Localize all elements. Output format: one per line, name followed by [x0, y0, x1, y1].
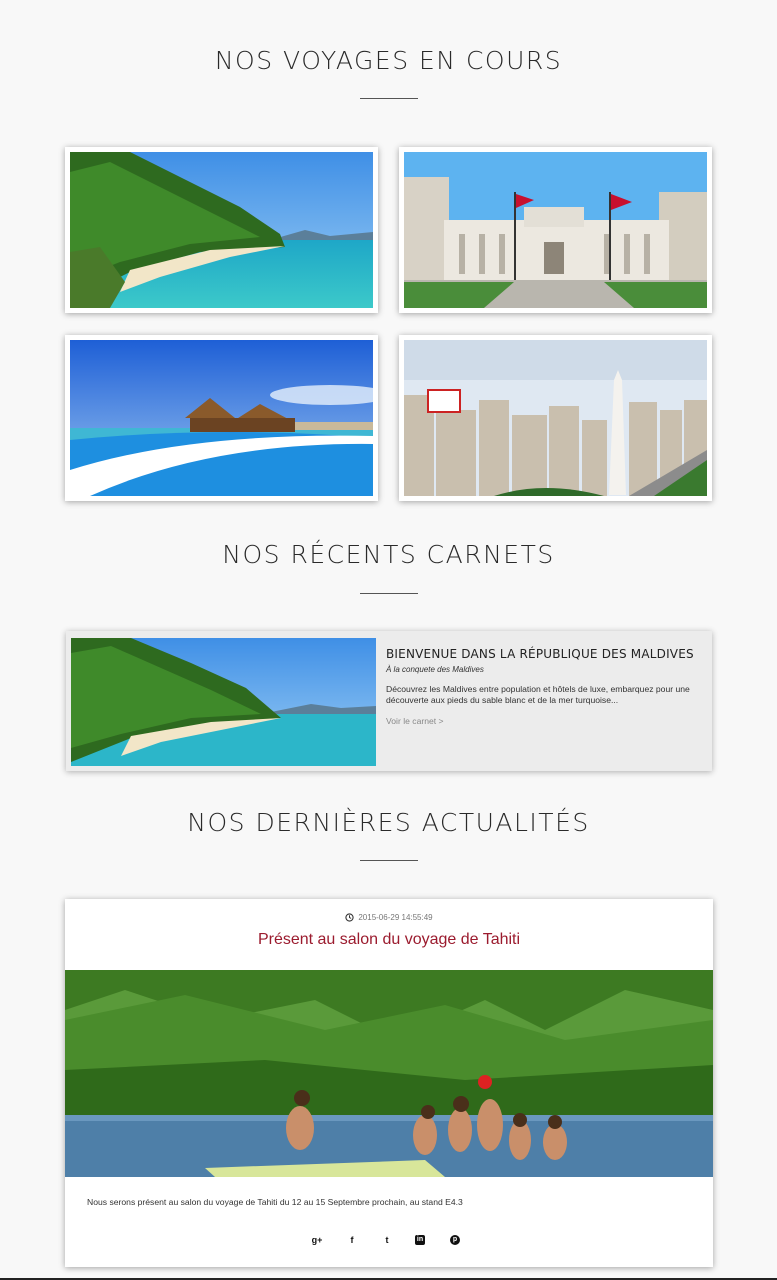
news-date: 2015-06-29 14:55:49 — [358, 913, 433, 922]
news-meta: 2015-06-29 14:55:49 — [65, 913, 713, 924]
google-plus-icon[interactable]: g+ — [310, 1233, 324, 1247]
linkedin-icon[interactable]: in — [415, 1235, 425, 1245]
beach-photo — [70, 152, 373, 308]
voyages-divider — [360, 98, 418, 99]
actualites-divider — [360, 860, 418, 861]
palace-photo — [404, 152, 707, 308]
news-body: Nous serons présent au salon du voyage d… — [87, 1197, 463, 1207]
news-title[interactable]: Présent au salon du voyage de Tahiti — [65, 931, 713, 949]
share-bar: g+ f t in p — [65, 1233, 713, 1247]
resort-photo — [70, 340, 373, 496]
voyage-card-palace[interactable] — [399, 147, 712, 313]
voyage-card-city[interactable] — [399, 335, 712, 501]
carnet-description: Découvrez les Maldives entre population … — [386, 684, 690, 705]
clock-icon — [345, 913, 354, 924]
carnet-card[interactable]: BIENVENUE DANS LA RÉPUBLIQUE DES MALDIVE… — [66, 631, 712, 771]
carnet-title: BIENVENUE DANS LA RÉPUBLIQUE DES MALDIVE… — [386, 647, 694, 661]
actualites-section-title: NOS DERNIÈRES ACTUALITÉS — [187, 808, 590, 837]
facebook-icon[interactable]: f — [345, 1233, 359, 1247]
carnet-image — [71, 638, 376, 766]
news-card: 2015-06-29 14:55:49 Présent au salon du … — [65, 899, 713, 1267]
voyage-card-beach[interactable] — [65, 147, 378, 313]
pinterest-icon[interactable]: p — [450, 1235, 460, 1245]
voyages-section-title: NOS VOYAGES EN COURS — [214, 46, 563, 75]
voyage-card-resort[interactable] — [65, 335, 378, 501]
voir-carnet-link[interactable]: Voir le carnet > — [386, 716, 444, 726]
carnets-divider — [360, 593, 418, 594]
city-photo — [404, 340, 707, 496]
carnets-section-title: NOS RÉCENTS CARNETS — [222, 540, 555, 569]
news-image — [65, 970, 713, 1177]
twitter-icon[interactable]: t — [380, 1233, 394, 1247]
carnet-subtitle: À la conquete des Maldives — [386, 665, 484, 674]
